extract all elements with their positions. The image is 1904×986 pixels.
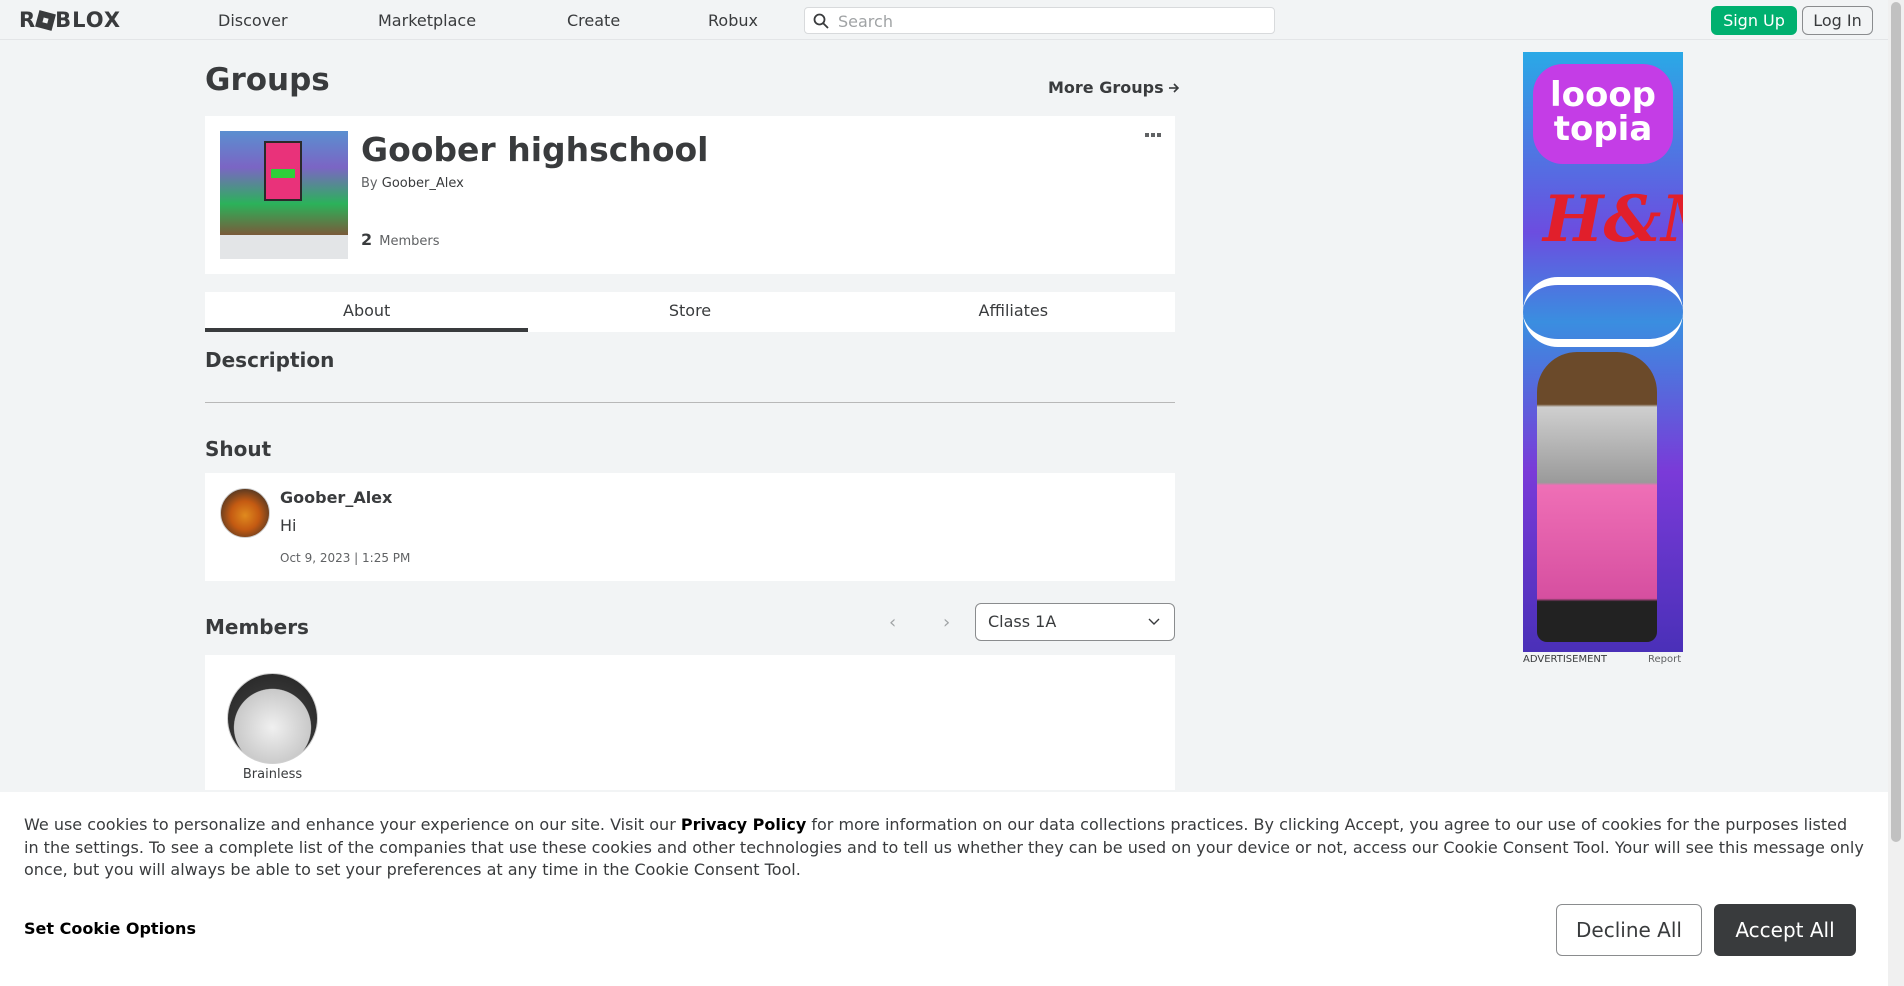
set-cookie-options-link[interactable]: Set Cookie Options: [24, 919, 196, 938]
advertisement-banner[interactable]: looop topia H&M: [1523, 52, 1683, 652]
tab-about[interactable]: About: [205, 292, 529, 332]
roblox-logo[interactable]: R BLOX: [19, 8, 121, 32]
shout-username[interactable]: Goober_Alex: [280, 488, 392, 507]
group-emblem: [220, 131, 348, 259]
member-name[interactable]: Brainless: [205, 767, 340, 782]
decline-all-button[interactable]: Decline All: [1556, 904, 1702, 956]
nav-link-discover[interactable]: Discover: [218, 11, 288, 30]
nav-link-create[interactable]: Create: [567, 11, 620, 30]
chevron-right-icon[interactable]: ›: [943, 612, 950, 633]
tab-affiliates[interactable]: Affiliates: [852, 292, 1175, 332]
ad-avatar-figure: [1537, 352, 1657, 642]
ad-report-link[interactable]: Report: [1648, 654, 1681, 665]
group-name: Goober highschool: [361, 130, 709, 169]
group-header-card: Goober highschool By Goober_Alex 2 Membe…: [205, 116, 1175, 274]
chevron-down-icon: [1148, 618, 1160, 625]
group-owner-line: By Goober_Alex: [361, 176, 464, 191]
cookie-banner: We use cookies to personalize and enhanc…: [0, 792, 1888, 986]
scrollbar-thumb[interactable]: [1891, 2, 1901, 842]
page-scrollbar[interactable]: [1888, 0, 1904, 986]
top-navbar: R BLOX Discover Marketplace Create Robux …: [0, 0, 1888, 40]
member-count: 2 Members: [361, 230, 440, 249]
sign-up-button[interactable]: Sign Up: [1711, 6, 1797, 35]
chevron-left-icon[interactable]: ‹: [889, 612, 896, 633]
arrow-right-icon: [1168, 82, 1179, 93]
members-card: Brainless: [205, 655, 1175, 790]
cookie-text-before: We use cookies to personalize and enhanc…: [24, 815, 681, 834]
search-icon: [813, 13, 829, 29]
search-box: [804, 7, 1275, 34]
more-options-icon[interactable]: [1145, 133, 1163, 141]
member-count-number: 2: [361, 230, 373, 249]
shout-heading: Shout: [205, 437, 272, 461]
search-input[interactable]: [838, 11, 1258, 31]
page-title: Groups: [205, 62, 330, 98]
member-count-label: Members: [379, 234, 440, 249]
group-emblem-screen: [264, 141, 302, 201]
ad-hm-logo: H&M: [1543, 182, 1683, 257]
nav-link-robux[interactable]: Robux: [708, 11, 758, 30]
avatar[interactable]: [220, 488, 270, 538]
description-heading: Description: [205, 348, 335, 372]
role-select-value: Class 1A: [988, 612, 1057, 631]
shout-message: Hi: [280, 516, 297, 535]
by-label: By: [361, 176, 378, 191]
description-divider: [205, 402, 1175, 403]
more-groups-label: More Groups: [1048, 78, 1164, 97]
group-tabs: About Store Affiliates: [205, 292, 1175, 332]
role-select[interactable]: Class 1A: [975, 603, 1175, 641]
group-owner-link[interactable]: Goober_Alex: [382, 176, 464, 191]
ad-wave-graphic: [1523, 277, 1683, 347]
nav-link-marketplace[interactable]: Marketplace: [378, 11, 476, 30]
avatar[interactable]: [227, 673, 318, 764]
accept-all-button[interactable]: Accept All: [1714, 904, 1856, 956]
more-groups-link[interactable]: More Groups: [1048, 78, 1180, 97]
log-in-button[interactable]: Log In: [1802, 6, 1873, 35]
privacy-policy-link[interactable]: Privacy Policy: [681, 815, 806, 834]
shout-card: Goober_Alex Hi Oct 9, 2023 | 1:25 PM: [205, 473, 1175, 581]
ad-label: ADVERTISEMENT: [1523, 654, 1608, 665]
shout-timestamp: Oct 9, 2023 | 1:25 PM: [280, 551, 411, 565]
ad-looop-topia-text: looop topia: [1533, 64, 1673, 164]
members-heading: Members: [205, 615, 309, 639]
tab-store[interactable]: Store: [528, 292, 851, 332]
cookie-message: We use cookies to personalize and enhanc…: [24, 814, 1864, 882]
